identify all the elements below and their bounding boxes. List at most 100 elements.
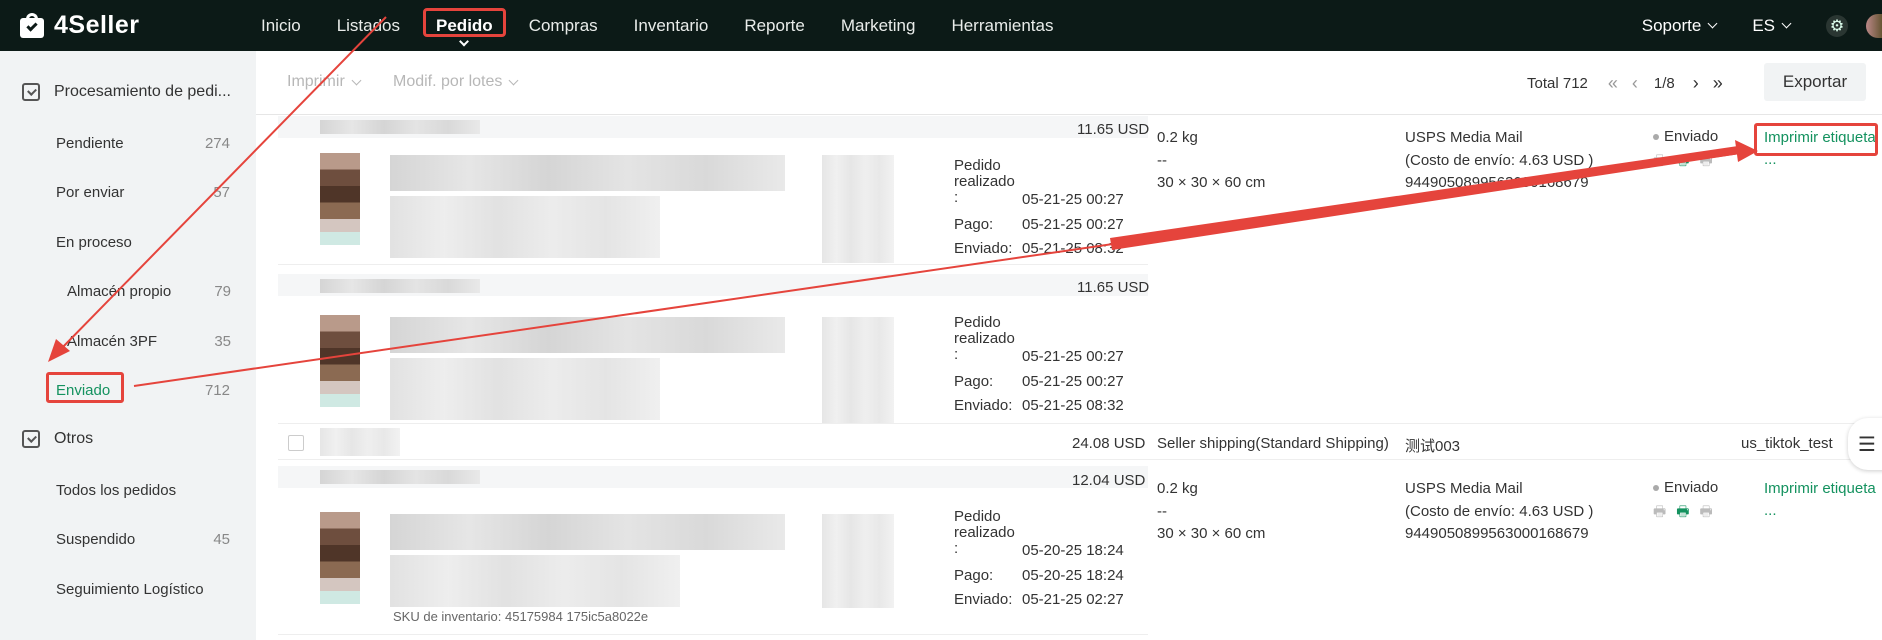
printer-icon[interactable]: 🖶	[1653, 501, 1666, 525]
enviado-date: 05-21-25 08:32	[1022, 397, 1124, 414]
settings-gear-icon[interactable]: ⚙	[1826, 14, 1848, 37]
sidebar-item-label: Suspendido	[56, 530, 136, 548]
modif-lotes-dropdown[interactable]: Modif. por lotes	[393, 73, 519, 91]
product-thumbnail	[320, 153, 360, 245]
nav-reporte[interactable]: Reporte	[726, 0, 822, 51]
blurred-order-id	[320, 120, 480, 134]
order-price: 12.04 USD	[1072, 472, 1146, 489]
product-thumbnail	[320, 512, 360, 604]
carrier-name: USPS Media Mail	[1405, 480, 1523, 497]
sidebar-item-label: Seguimiento Logístico	[56, 580, 204, 598]
blurred-product-name	[390, 317, 785, 353]
language-menu[interactable]: ES	[1752, 15, 1792, 36]
printer-icon[interactable]: 🖶	[1676, 501, 1689, 525]
blurred-product-name	[390, 514, 785, 550]
sidebar-item-count: 274	[204, 134, 230, 152]
pedido-label-line2: realizado	[954, 173, 1015, 190]
nav-pedido[interactable]: Pedido	[418, 0, 511, 51]
enviado-date: 05-21-25 02:27	[1022, 591, 1124, 608]
nav-marketing[interactable]: Marketing	[823, 0, 934, 51]
printer-icon[interactable]: 🖶	[1699, 150, 1712, 174]
tracking-number[interactable]: 9449050899563000168679	[1405, 174, 1589, 191]
top-right-controls: Soporte ES ⚙	[1642, 0, 1882, 51]
printer-icon[interactable]: 🖶	[1676, 150, 1689, 174]
status-dot	[1653, 134, 1659, 141]
chevron-down-icon	[1781, 18, 1792, 29]
printer-icon[interactable]: 🖶	[1653, 150, 1666, 174]
pago-label: Pago:	[954, 373, 994, 390]
app-logo[interactable]: 4Seller	[18, 11, 218, 40]
shipping-cost: (Costo de envío: 4.63 USD )	[1405, 503, 1594, 520]
row-divider	[278, 423, 1882, 424]
sidebar-group-otros[interactable]: Otros	[22, 430, 93, 448]
last-page-icon[interactable]: »	[1713, 73, 1723, 94]
sidebar-item-pendiente[interactable]: Pendiente 274	[56, 132, 230, 154]
chevron-down-icon	[459, 36, 470, 47]
inventory-sku: SKU de inventario: 45175984 175ic5a8022e	[393, 609, 649, 624]
nav-inicio[interactable]: Inicio	[243, 0, 319, 51]
sidebar-group-label: Procesamiento de pedi...	[54, 83, 231, 100]
status-dot	[1653, 485, 1659, 492]
blurred-product-details	[390, 196, 660, 258]
highlight-box	[1754, 123, 1878, 156]
sidebar-item-enproceso[interactable]: En proceso	[56, 231, 230, 253]
tracking-number[interactable]: 9449050899563000168679	[1405, 525, 1589, 542]
sidebar-group-label: Otros	[54, 430, 94, 447]
blurred-quantity	[822, 155, 894, 263]
prev-page-icon[interactable]: ‹	[1632, 73, 1638, 94]
sidebar-item-porenviar[interactable]: Por enviar 57	[56, 181, 230, 203]
avatar[interactable]	[1866, 13, 1882, 38]
main-nav: Inicio Listados Pedido Compras Inventari…	[243, 0, 1072, 51]
blurred-quantity	[822, 514, 894, 608]
imprimir-dropdown[interactable]: Imprimir	[287, 73, 362, 91]
highlight-box	[46, 372, 124, 403]
print-label-link[interactable]: Imprimir etiqueta	[1764, 480, 1876, 497]
store-name: us_tiktok_test	[1741, 435, 1833, 452]
export-button[interactable]: Exportar	[1764, 63, 1866, 101]
pagination: Total 712 « ‹ 1/8 › »	[1527, 73, 1723, 94]
chevron-down-icon	[351, 75, 362, 85]
nav-listados[interactable]: Listados	[319, 0, 418, 51]
sidebar-item-almacenpropio[interactable]: Almacén propio 79	[67, 280, 231, 302]
sidebar-group-procesamiento[interactable]: Procesamiento de pedi...	[22, 83, 231, 101]
chevron-down-icon	[1707, 18, 1718, 29]
blurred-product-details	[390, 555, 680, 607]
blurred-order-id	[320, 428, 400, 456]
support-label: Soporte	[1641, 15, 1702, 35]
order-status: Enviado	[1653, 479, 1718, 496]
language-label: ES	[1752, 15, 1775, 35]
sidebar-item-almacen3pf[interactable]: Almacén 3PF 35	[67, 330, 231, 352]
blurred-quantity	[822, 317, 894, 423]
sidebar-item-label: Pendiente	[56, 134, 124, 152]
modif-label: Modif. por lotes	[393, 73, 503, 90]
pedido-label-line1: Pedido	[954, 157, 1001, 174]
nav-compras[interactable]: Compras	[511, 0, 616, 51]
print-icons: 🖶 🖶 🖶	[1653, 501, 1713, 525]
order-price: 11.65 USD	[1077, 121, 1150, 138]
pedido-label-line2: realizado	[954, 330, 1015, 347]
blurred-order-id	[320, 470, 480, 484]
row-divider	[278, 634, 1148, 635]
order-price: 11.65 USD	[1077, 279, 1150, 296]
more-actions[interactable]: ...	[1764, 502, 1777, 519]
product-thumbnail	[320, 315, 360, 407]
first-page-icon[interactable]: «	[1608, 73, 1618, 94]
sidebar-item-seguimiento[interactable]: Seguimiento Logístico	[56, 578, 230, 600]
chevron-down-icon	[508, 75, 519, 85]
floating-menu-icon[interactable]: ☰	[1848, 418, 1882, 470]
sidebar-item-suspendido[interactable]: Suspendido 45	[56, 528, 230, 550]
support-menu[interactable]: Soporte	[1641, 15, 1718, 36]
sidebar-item-count: 79	[214, 282, 231, 300]
sidebar-item-todos[interactable]: Todos los pedidos	[56, 479, 230, 501]
nav-herramientas[interactable]: Herramientas	[933, 0, 1071, 51]
status-label: Enviado	[1664, 128, 1719, 145]
row-divider	[278, 264, 1148, 265]
next-page-icon[interactable]: ›	[1693, 73, 1699, 94]
blurred-product-details	[390, 358, 660, 420]
nav-inventario[interactable]: Inventario	[616, 0, 727, 51]
order-select-checkbox[interactable]	[288, 435, 304, 451]
pago-label: Pago:	[954, 216, 994, 233]
printer-icon[interactable]: 🖶	[1699, 501, 1712, 525]
pedido-label-line1: Pedido	[954, 314, 1001, 331]
sidebar-item-count: 35	[214, 332, 231, 350]
